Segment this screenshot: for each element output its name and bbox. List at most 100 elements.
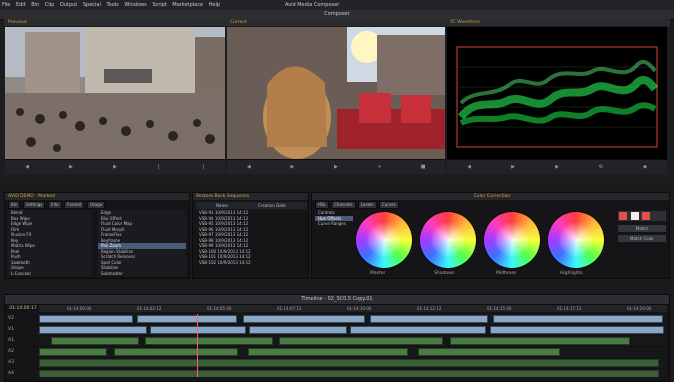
mark-in-icon[interactable]: [	[156, 164, 162, 170]
scope-forward-icon[interactable]: ▶	[554, 164, 560, 170]
rewind-icon[interactable]: ◀	[246, 164, 252, 170]
overwrite-icon[interactable]: ■	[420, 164, 426, 170]
menu-marketplace[interactable]: Marketplace	[170, 0, 205, 10]
menu-file[interactable]: File	[0, 0, 12, 10]
menu-windows[interactable]: Windows	[122, 0, 148, 10]
tab-info[interactable]: Info	[47, 201, 62, 209]
step-back-icon[interactable]: ◀	[24, 164, 30, 170]
wheels-area: Master Shadows Midtones Highlights	[356, 208, 616, 276]
timecode-display: 01:14:00:17	[8, 305, 38, 312]
table-row[interactable]: VSB-102 10/9/2013 14:12	[196, 260, 307, 266]
playhead[interactable]	[197, 314, 198, 377]
menu-clip[interactable]: Clip	[43, 0, 56, 10]
menu-bin[interactable]: Bin	[29, 0, 41, 10]
track-a4[interactable]: A4	[8, 369, 38, 380]
bus-image	[227, 27, 445, 159]
menu-help[interactable]: Help	[207, 0, 222, 10]
tab-bin[interactable]: Bin	[8, 201, 21, 209]
audio-clip[interactable]	[248, 348, 408, 356]
master-wheel[interactable]	[356, 212, 412, 268]
scope-mark-icon[interactable]: ◆	[642, 164, 648, 170]
match-button[interactable]: Match	[618, 225, 666, 232]
scope-back-icon[interactable]: ◀	[466, 164, 472, 170]
color-swatch-row	[618, 211, 666, 221]
match-color-button[interactable]: Match Color	[618, 235, 666, 242]
tab-settings[interactable]: Settings	[22, 201, 46, 209]
video-clip[interactable]	[243, 315, 365, 323]
video-clip[interactable]	[490, 326, 664, 334]
splice-icon[interactable]: +	[377, 164, 383, 170]
scope-settings-icon[interactable]: ⚙	[598, 164, 604, 170]
previous-monitor-label: Previous	[8, 20, 28, 25]
app-title: Avid Media Composer	[285, 2, 340, 8]
menu-curve-ranges[interactable]: Curve Ranges	[315, 221, 353, 227]
effect-category-list: Blend Box Wipe Edge Wipe Film Illusion F…	[8, 210, 92, 276]
row-name: VSB-93	[199, 210, 214, 215]
video-clip[interactable]	[39, 326, 147, 334]
waveform-monitor[interactable]	[447, 27, 667, 159]
video-clip[interactable]	[249, 326, 347, 334]
previous-monitor[interactable]	[5, 27, 225, 159]
list-item[interactable]: L-Conceal	[8, 271, 92, 277]
previous-monitor-controls: ◀ ▶ ▶ [ ]	[5, 159, 225, 174]
audio-clip[interactable]	[450, 337, 630, 345]
shadows-wheel[interactable]	[420, 212, 476, 268]
scope-play-icon[interactable]: ▶	[510, 164, 516, 170]
track-v2[interactable]: V2	[8, 314, 38, 325]
current-monitor[interactable]	[227, 27, 445, 159]
track-a3[interactable]: A3	[8, 358, 38, 369]
video-clip[interactable]	[370, 315, 488, 323]
mark-out-icon[interactable]: ]	[200, 164, 206, 170]
video-clip[interactable]	[137, 315, 237, 323]
menu-special[interactable]: Special	[81, 0, 103, 10]
video-clip[interactable]	[493, 315, 663, 323]
v2-row	[39, 314, 667, 325]
track-v1[interactable]: V1	[8, 325, 38, 336]
waveform-monitor-label: YC Waveform	[450, 20, 480, 25]
video-clip[interactable]	[39, 315, 133, 323]
track-area[interactable]	[39, 314, 667, 377]
effect-list: Edge Blur Effect Fluid Color Map Fluid M…	[98, 210, 186, 276]
a4-row	[39, 369, 667, 377]
tab-usage[interactable]: Usage	[86, 201, 106, 209]
play-icon[interactable]: ▶	[68, 164, 74, 170]
sequence-header: Name Creation Date	[196, 202, 307, 209]
row-name: VSB-101	[199, 254, 217, 259]
row-name: VSB-96	[199, 226, 214, 232]
forward-icon[interactable]: ▶	[333, 164, 339, 170]
audio-clip[interactable]	[418, 348, 560, 356]
menu-tools[interactable]: Tools	[104, 0, 120, 10]
row-date: 10/9/2013 14:12	[217, 254, 251, 259]
row-name: VSB-102	[199, 259, 217, 265]
audio-clip[interactable]	[114, 348, 238, 356]
audio-clip[interactable]	[39, 348, 107, 356]
track-a2[interactable]: A2	[8, 347, 38, 358]
midtones-wheel[interactable]	[484, 212, 540, 268]
row-name: VSB-98	[199, 237, 214, 243]
video-clip[interactable]	[150, 326, 246, 334]
video-clip[interactable]	[350, 326, 486, 334]
step-forward-icon[interactable]: ▶	[112, 164, 118, 170]
play-icon[interactable]: ▶	[289, 164, 295, 170]
current-monitor-controls: ◀ ▶ ▶ + ■	[227, 159, 445, 174]
list-item[interactable]: Submaster	[98, 271, 186, 277]
audio-clip[interactable]	[51, 337, 139, 345]
highlights-wheel[interactable]	[548, 212, 604, 268]
row-date: 10/9/2013 14:12	[214, 210, 249, 215]
row-date: 10/9/2013 14:12	[214, 237, 249, 243]
sequence-bin-title: Restore Back Sequence	[193, 193, 308, 200]
v1-row	[39, 325, 667, 336]
tab-hsl[interactable]: HSL	[315, 201, 329, 209]
row-name: VSB-99	[199, 243, 214, 248]
track-a1[interactable]: A1	[8, 336, 38, 347]
tab-channels[interactable]: Channels	[331, 201, 356, 209]
audio-clip[interactable]	[39, 359, 659, 367]
audio-clip[interactable]	[145, 337, 273, 345]
tab-format[interactable]: Format	[64, 201, 85, 209]
color-tabs: HSL Channels Levels Curves	[315, 201, 667, 209]
menu-edit[interactable]: Edit	[14, 0, 28, 10]
menu-output[interactable]: Output	[58, 0, 79, 10]
audio-clip[interactable]	[39, 370, 659, 377]
menu-script[interactable]: Script	[150, 0, 169, 10]
audio-clip[interactable]	[279, 337, 443, 345]
